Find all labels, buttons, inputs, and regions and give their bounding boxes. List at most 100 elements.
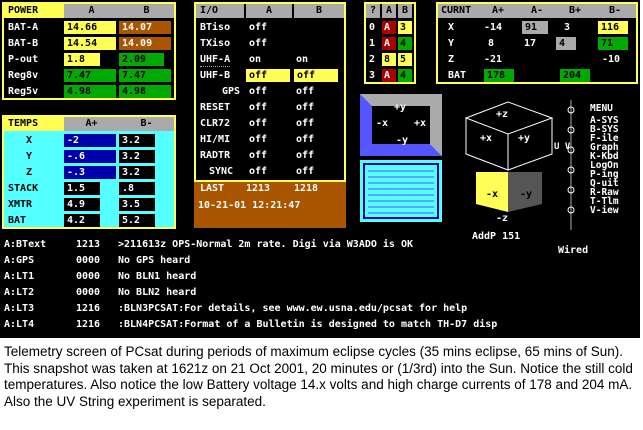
log-message: No BLN2 heard [118, 287, 197, 298]
power-header-a: A [64, 4, 119, 18]
last-label: LAST [200, 183, 225, 194]
temps-header-b: B- [119, 117, 174, 131]
temps-row-label: Y [26, 151, 33, 162]
temps-row-label: BAT [8, 215, 27, 226]
log-line: A:LT1 0000 No BLN1 heard [0, 270, 640, 286]
power-bat-b-b: 14.09 [119, 37, 171, 50]
power-pout-b: 2.09 [119, 53, 164, 66]
log-source: A:LT1 [4, 271, 35, 282]
power-bat-a-b: 14.07 [119, 21, 171, 34]
qab-b: 4 [398, 69, 412, 82]
current-bat-label: BAT [448, 70, 467, 81]
cube-label-top: +z [496, 109, 509, 120]
menu-item-view[interactable]: V-iew [590, 206, 619, 216]
io-row-label: RADTR [200, 150, 231, 161]
power-reg5v-a: 4.98 [64, 85, 116, 98]
power-row-label: Reg5v [8, 86, 39, 97]
io-row-label: TXiso [200, 38, 231, 49]
io-gps-a: off [249, 86, 268, 97]
io-uhfa-a: on [249, 54, 262, 65]
io-row-label: BTiso [200, 22, 231, 33]
log-source: A:LT4 [4, 319, 35, 330]
temps-stack-a: 1.5 [64, 182, 100, 195]
io-row-label: HI/MI [200, 134, 231, 145]
io-header-b: B [294, 4, 344, 18]
current-header-label: CURNT [438, 4, 478, 18]
menu-title: MENU [590, 103, 613, 114]
log-number: 1213 [76, 239, 101, 250]
log-message: >211613z OPS-Normal 2m rate. Digi via W3… [118, 239, 414, 250]
current-bat-a: 178 [484, 69, 514, 82]
log-line: A:BText 1213 >211613z OPS-Normal 2m rate… [0, 238, 640, 254]
current-row-label: Y [448, 38, 455, 49]
io-row-label: UHF-B [200, 70, 231, 81]
front-label-bottom: -y [396, 135, 409, 146]
io-header-a: A [246, 4, 292, 18]
uv-string-icon [567, 100, 575, 230]
front-label-right: +x [414, 118, 427, 129]
io-row-label: GPS [222, 86, 241, 97]
power-bat-a-a: 14.66 [64, 21, 116, 34]
last-b: 1218 [294, 183, 319, 194]
temps-row-label: STACK [8, 183, 39, 194]
temps-x-a: -2 [64, 134, 116, 147]
current-x-bp: 3 [564, 22, 571, 33]
io-reset-a: off [249, 102, 268, 113]
io-sync-b: off [296, 166, 315, 177]
log-source: A:LT2 [4, 287, 35, 298]
temps-y-a: -.6 [64, 150, 116, 163]
io-sync-a: off [249, 166, 268, 177]
io-uhfb-b: off [294, 69, 338, 82]
cube-label-bottom-left: -x [486, 189, 499, 200]
uv-string-panel [360, 160, 442, 222]
log-message: No BLN1 heard [118, 271, 197, 282]
temps-panel: TEMPS A+ B- X -2 3.2 Y -.6 3.2 Z -.3 3.2… [2, 115, 176, 229]
current-y-ap: 8 [488, 38, 495, 49]
current-x-am: 91 [522, 21, 548, 34]
temps-z-b: 3.2 [119, 166, 155, 179]
qab-q: 1 [369, 38, 376, 49]
qab-q: 3 [369, 70, 376, 81]
io-himi-b: off [296, 134, 315, 145]
power-row-label: Reg8v [8, 70, 39, 81]
power-row-label: BAT-A [8, 22, 39, 33]
qab-a: A [382, 37, 396, 50]
qab-a: A [382, 69, 396, 82]
power-row-label: BAT-B [8, 38, 39, 49]
log-number: 1216 [76, 319, 101, 330]
io-clr72-b: off [296, 118, 315, 129]
power-panel: POWER A B BAT-A 14.66 14.07 BAT-B 14.54 … [2, 2, 176, 100]
qab-a: A [382, 21, 396, 34]
current-y-am: 17 [524, 38, 537, 49]
last-datetime: 10-21-01 12:21:47 [198, 200, 301, 211]
temps-xmtr-a: 4.9 [64, 198, 100, 211]
current-x-ap: -14 [484, 22, 503, 33]
io-himi-a: off [249, 134, 268, 145]
log-line: A:LT4 1216 :BLN4PCSAT:Format of a Bullet… [0, 318, 640, 334]
log-number: 0000 [76, 255, 101, 266]
io-row-label: RESET [200, 102, 231, 113]
current-z-bm: -10 [602, 54, 621, 65]
log-line: A:LT3 1216 :BLN3PCSAT:For details, see w… [0, 302, 640, 318]
power-reg5v-b: 4.98 [119, 85, 171, 98]
cube-label-left: +x [480, 133, 493, 144]
log-number: 0000 [76, 271, 101, 282]
power-reg8v-a: 7.47 [64, 69, 116, 82]
current-y-bm: 71 [598, 37, 628, 50]
qab-header-b: B [398, 4, 412, 18]
temps-row-label: X [26, 135, 33, 146]
current-z-ap: -21 [484, 54, 503, 65]
log-source: A:BText [4, 239, 47, 250]
power-header-b: B [119, 4, 174, 18]
power-pout-a: 1.8 [64, 53, 100, 66]
attitude-cube [464, 101, 554, 212]
io-header-label: I/O [196, 4, 244, 18]
temps-stack-b: .8 [119, 182, 155, 195]
io-radtr-a: off [249, 150, 268, 161]
qab-header-a: A [382, 4, 396, 18]
log-line: A:GPS 0000 No GPS heard [0, 254, 640, 270]
cube-label-right: +y [518, 133, 531, 144]
log-message: :BLN4PCSAT:Format of a Bulletin is desig… [118, 319, 498, 330]
io-reset-b: off [296, 102, 315, 113]
current-row-label: Z [448, 54, 455, 65]
